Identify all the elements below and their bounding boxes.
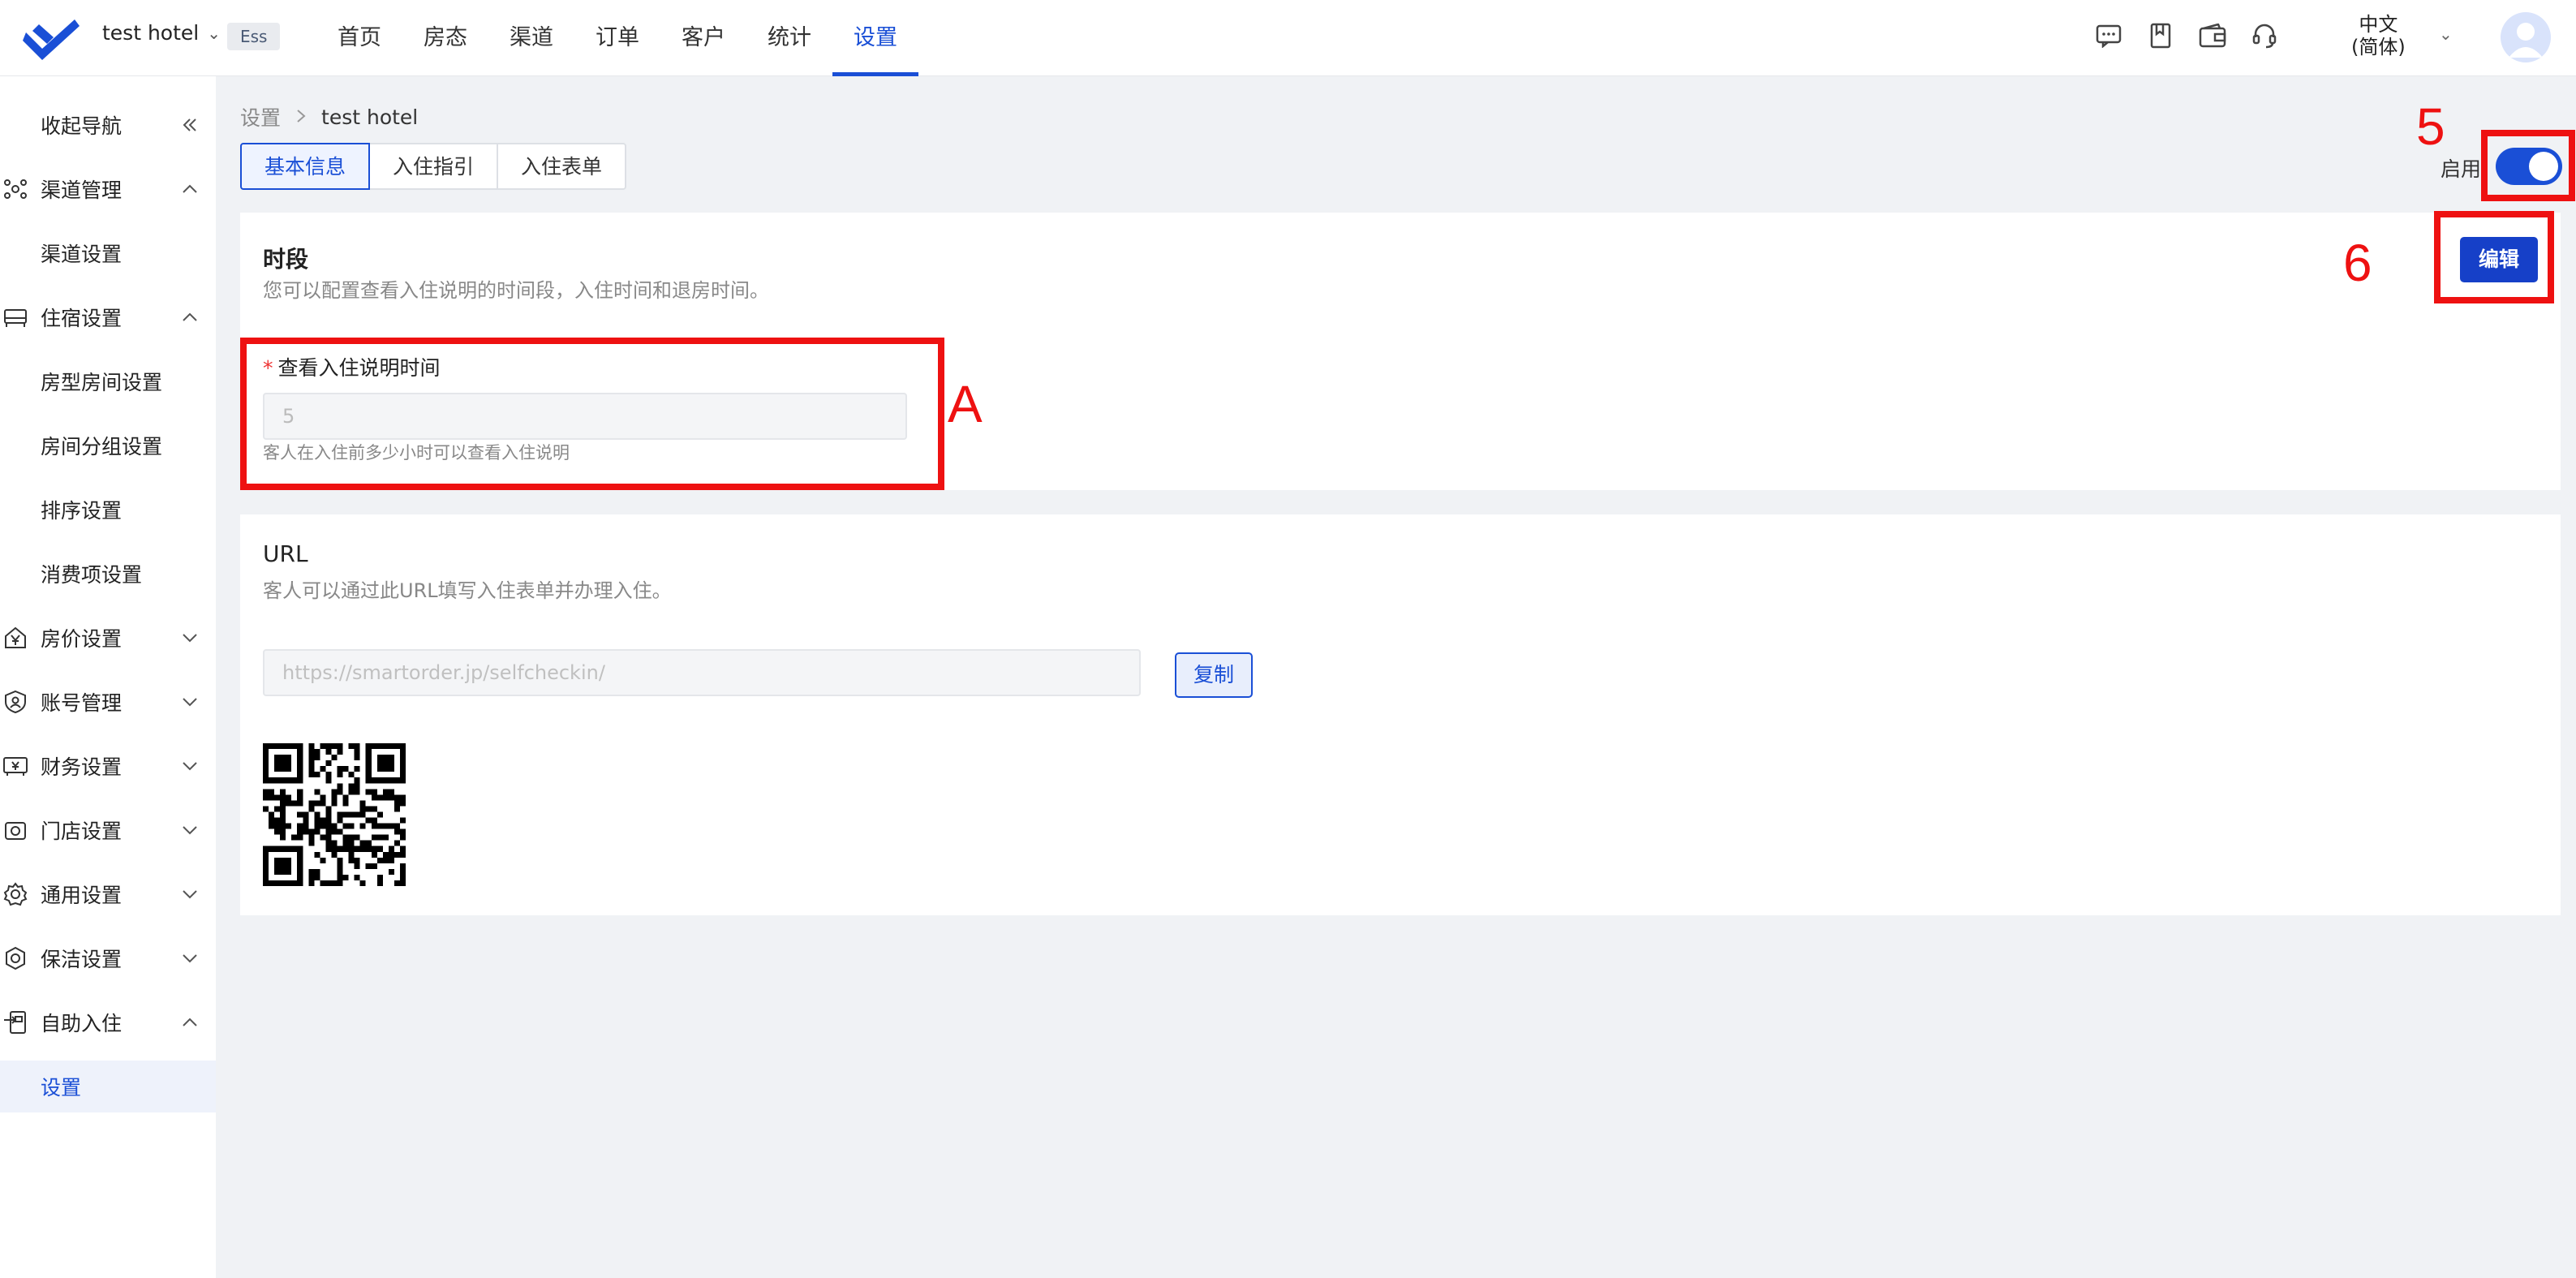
annotation-label-a: A <box>948 375 983 433</box>
nav-customers[interactable]: 客户 <box>660 0 746 76</box>
sidebar-item-sort-settings[interactable]: 排序设置 <box>0 484 216 536</box>
sidebar-item-checkin-settings[interactable]: 设置 <box>0 1061 216 1112</box>
chevron-up-icon <box>180 308 200 327</box>
gear-icon <box>2 880 29 908</box>
sidebar-item-consumption-settings[interactable]: 消费项设置 <box>0 548 216 600</box>
enable-label: 启用 <box>2441 157 2482 181</box>
nav-channels[interactable]: 渠道 <box>488 0 574 76</box>
message-icon[interactable] <box>2095 19 2122 52</box>
tab-checkin-form[interactable]: 入住表单 <box>497 143 627 190</box>
checkin-url-field[interactable]: https://smartorder.jp/selfcheckin/ <box>263 649 1141 696</box>
period-description: 您可以配置查看入住说明的时间段，入住时间和退房时间。 <box>263 279 769 302</box>
sidebar-item-room-type-settings[interactable]: 房型房间设置 <box>0 355 216 407</box>
chevron-down-icon <box>180 949 200 968</box>
finance-icon <box>2 752 29 780</box>
sidebar-item-label: 账号管理 <box>41 691 123 715</box>
sidebar-item-label: 房价设置 <box>41 627 123 651</box>
url-card: URL 客人可以通过此URL填写入住表单并办理入住。 https://smart… <box>240 514 2561 915</box>
shield-user-icon <box>2 688 29 716</box>
sidebar-item-lodging-settings[interactable]: 住宿设置 <box>0 291 216 343</box>
sidebar-item-channel-settings[interactable]: 渠道设置 <box>0 227 216 279</box>
checkin-icon <box>2 1009 29 1036</box>
url-description: 客人可以通过此URL填写入住表单并办理入住。 <box>263 579 672 602</box>
chevron-down-icon <box>180 628 200 648</box>
sidebar-item-label: 渠道管理 <box>41 179 123 202</box>
nav-settings[interactable]: 设置 <box>832 0 918 76</box>
chevron-down-icon <box>180 884 200 904</box>
sidebar-item-label: 渠道设置 <box>41 243 123 266</box>
headset-icon[interactable] <box>2251 19 2278 52</box>
bed-icon <box>2 303 29 331</box>
sidebar-item-finance-settings[interactable]: 财务设置 <box>0 740 216 792</box>
breadcrumb: 设置 test hotel <box>240 102 418 131</box>
sidebar-item-label: 门店设置 <box>41 820 123 843</box>
tab-bar: 基本信息 入住指引 入住表单 <box>240 143 627 190</box>
chevron-right-icon <box>295 105 307 129</box>
annotation-label-5: 5 <box>2416 97 2445 156</box>
chevron-up-icon <box>180 1013 200 1032</box>
cleaning-icon <box>2 945 29 972</box>
sidebar-collapse[interactable]: 收起导航 <box>0 99 216 151</box>
chevron-down-icon <box>180 692 200 712</box>
language-selector[interactable]: 中文 (简体) <box>2351 13 2406 58</box>
language-line1: 中文 <box>2359 13 2398 36</box>
breadcrumb-root[interactable]: 设置 <box>240 102 281 131</box>
sidebar-item-label: 房型房间设置 <box>41 371 163 394</box>
sidebar-item-cleaning-settings[interactable]: 保洁设置 <box>0 932 216 984</box>
sidebar-item-label: 通用设置 <box>41 884 123 907</box>
chevron-down-icon <box>180 756 200 776</box>
nav-orders[interactable]: 订单 <box>574 0 660 76</box>
bookmark-icon[interactable] <box>2147 19 2174 52</box>
annotation-box-toggle <box>2481 130 2575 201</box>
chevron-down-icon[interactable]: ⌄ <box>2439 24 2453 44</box>
sidebar-item-label: 排序设置 <box>41 499 123 523</box>
channel-icon <box>2 175 29 203</box>
nav-statistics[interactable]: 统计 <box>746 0 832 76</box>
avatar[interactable] <box>2501 12 2551 62</box>
url-title: URL <box>263 540 308 567</box>
sidebar-item-channel-management[interactable]: 渠道管理 <box>0 163 216 215</box>
sidebar-item-account-management[interactable]: 账号管理 <box>0 676 216 728</box>
sidebar-item-label: 财务设置 <box>41 755 123 779</box>
wallet-icon[interactable] <box>2199 19 2226 52</box>
language-line2: (简体) <box>2351 36 2406 58</box>
nav-room-status[interactable]: 房态 <box>402 0 488 76</box>
hotel-selector[interactable]: test hotel ⌄ <box>102 21 221 45</box>
brand-logo[interactable] <box>23 13 81 62</box>
chevron-up-icon <box>180 179 200 199</box>
sidebar-item-label: 住宿设置 <box>41 307 123 330</box>
sidebar-item-label: 自助入住 <box>41 1012 123 1035</box>
hotel-name: test hotel <box>102 21 200 45</box>
top-bar: test hotel ⌄ Ess 首页 房态 渠道 订单 客户 统计 设置 中文… <box>0 0 2576 76</box>
top-icon-group <box>2095 19 2278 52</box>
sidebar-item-label: 设置 <box>41 1076 82 1099</box>
tab-basic-info[interactable]: 基本信息 <box>240 143 371 190</box>
store-icon <box>2 816 29 844</box>
breadcrumb-current: test hotel <box>321 105 419 129</box>
sidebar-item-store-settings[interactable]: 门店设置 <box>0 804 216 856</box>
sidebar-item-rate-settings[interactable]: 房价设置 <box>0 612 216 664</box>
qr-code <box>263 743 406 886</box>
sidebar-item-label: 保洁设置 <box>41 948 123 971</box>
sidebar-item-room-group-settings[interactable]: 房间分组设置 <box>0 420 216 471</box>
sidebar-item-general-settings[interactable]: 通用设置 <box>0 868 216 920</box>
chevron-down-icon <box>180 820 200 840</box>
nav-home[interactable]: 首页 <box>316 0 402 76</box>
yen-icon <box>2 624 29 652</box>
chevron-down-icon: ⌄ <box>207 23 221 43</box>
annotation-box-field <box>240 338 944 490</box>
double-chevron-left-icon[interactable] <box>180 115 200 135</box>
annotation-box-edit <box>2434 211 2554 303</box>
sidebar: 收起导航 渠道管理 渠道设置 住宿设置 房型房间设置 房间分组设置 排序设置 消… <box>0 76 216 1278</box>
annotation-label-6: 6 <box>2343 234 2372 292</box>
sidebar-item-label: 房间分组设置 <box>41 435 163 458</box>
sidebar-item-self-checkin[interactable]: 自助入住 <box>0 996 216 1048</box>
sidebar-collapse-label: 收起导航 <box>41 114 123 138</box>
main-nav: 首页 房态 渠道 订单 客户 统计 设置 <box>316 0 918 76</box>
plan-badge: Ess <box>227 23 281 50</box>
copy-button[interactable]: 复制 <box>1175 652 1253 698</box>
period-title: 时段 <box>263 246 309 273</box>
sidebar-item-label: 消费项设置 <box>41 563 143 587</box>
tab-checkin-guide[interactable]: 入住指引 <box>368 143 499 190</box>
